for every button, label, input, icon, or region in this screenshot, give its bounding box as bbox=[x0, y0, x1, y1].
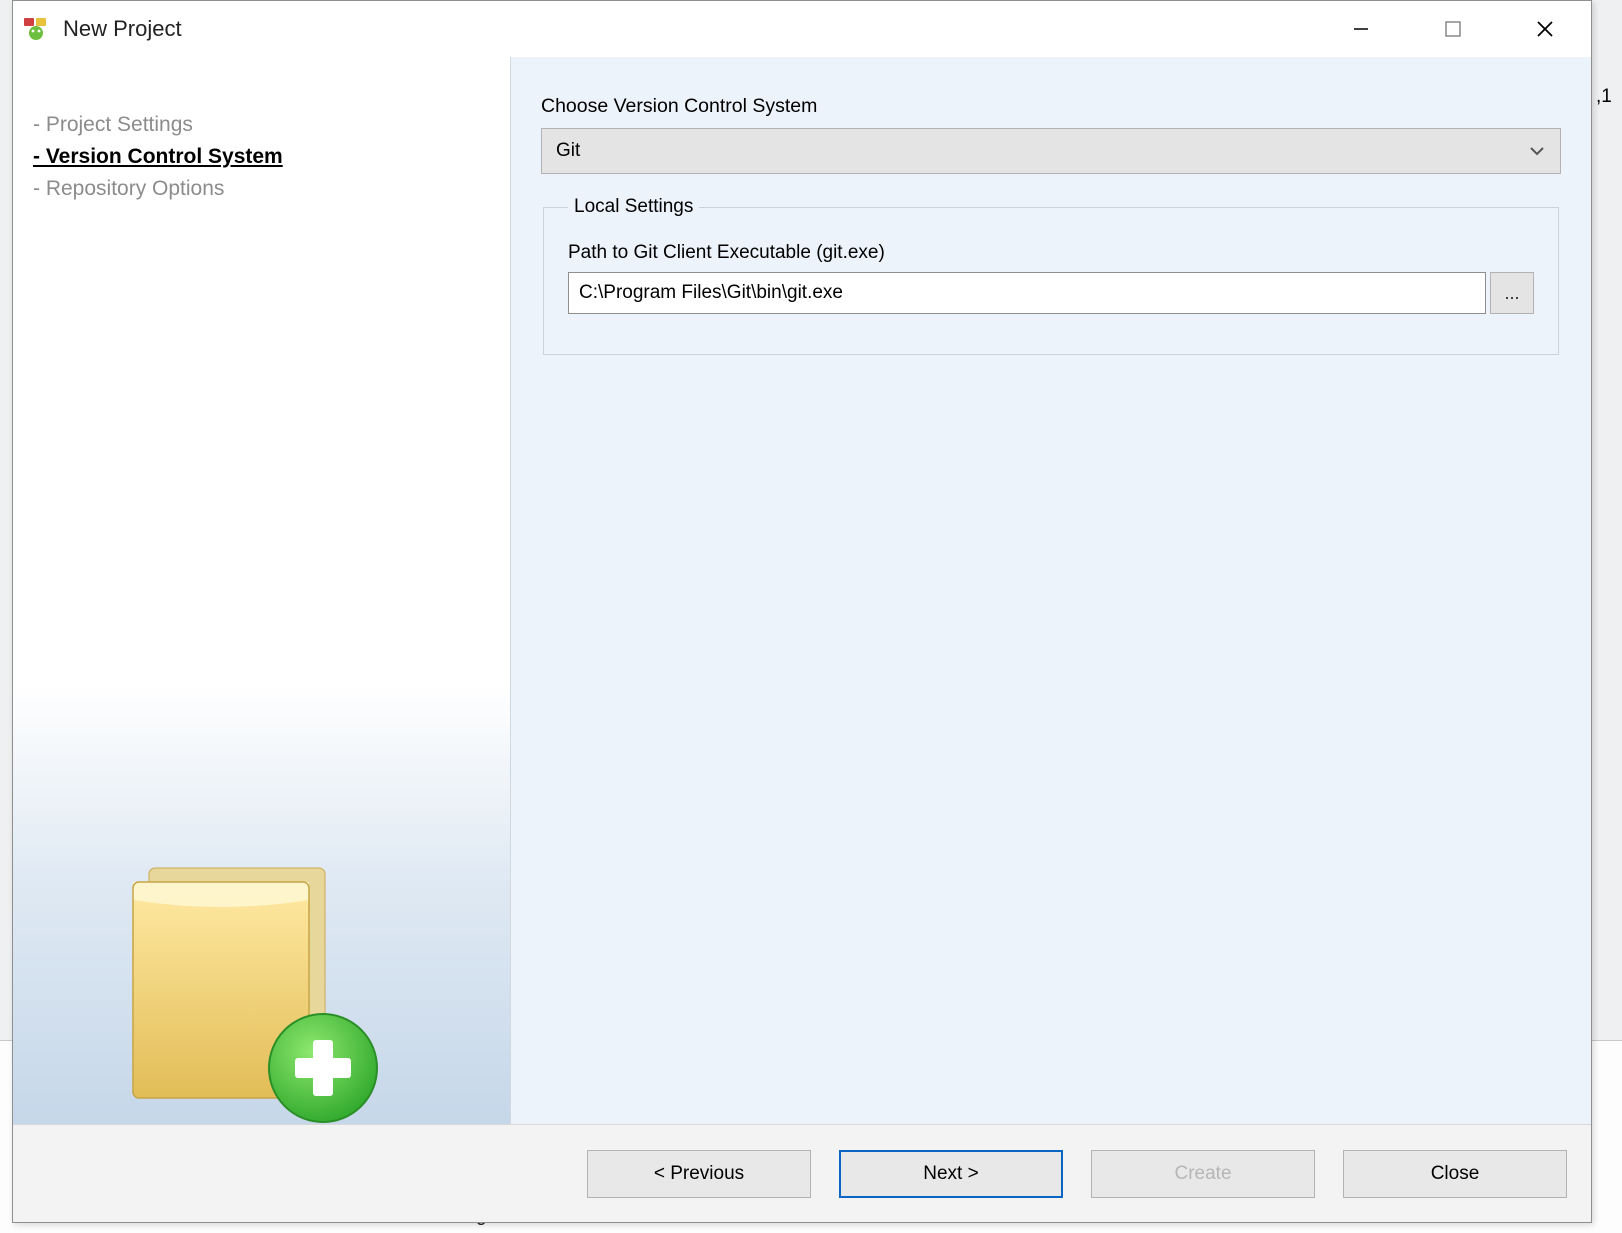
close-dialog-button[interactable]: Close bbox=[1343, 1150, 1567, 1198]
vcs-select[interactable]: Git bbox=[541, 128, 1561, 174]
window-title: New Project bbox=[63, 16, 1315, 42]
close-button[interactable] bbox=[1499, 7, 1591, 51]
main-panel: Choose Version Control System Git Local … bbox=[511, 57, 1591, 1124]
browse-button[interactable]: ... bbox=[1490, 272, 1534, 314]
wizard-step-list: - Project Settings - Version Control Sys… bbox=[13, 57, 510, 205]
wizard-sidebar: - Project Settings - Version Control Sys… bbox=[13, 57, 511, 1124]
step-project-settings[interactable]: - Project Settings bbox=[33, 109, 510, 141]
vcs-label: Choose Version Control System bbox=[541, 95, 1561, 118]
chevron-down-icon bbox=[1528, 142, 1546, 160]
local-settings-group: Local Settings Path to Git Client Execut… bbox=[543, 196, 1559, 355]
title-bar: New Project bbox=[13, 1, 1591, 57]
app-icon bbox=[23, 16, 49, 42]
next-button[interactable]: Next > bbox=[839, 1150, 1063, 1198]
previous-button[interactable]: < Previous bbox=[587, 1150, 811, 1198]
vcs-select-value: Git bbox=[556, 140, 1528, 162]
git-path-label: Path to Git Client Executable (git.exe) bbox=[568, 242, 1534, 264]
local-settings-legend: Local Settings bbox=[568, 196, 699, 218]
edge-stray-text: ,1 bbox=[1596, 86, 1612, 108]
git-path-input[interactable] bbox=[568, 272, 1486, 314]
minimize-button[interactable] bbox=[1315, 7, 1407, 51]
step-repository-options[interactable]: - Repository Options bbox=[33, 173, 510, 205]
wizard-footer: < Previous Next > Create Close bbox=[13, 1124, 1591, 1222]
new-project-dialog: New Project - Project Settings - Version… bbox=[12, 0, 1592, 1223]
step-version-control-system[interactable]: - Version Control System bbox=[33, 141, 510, 173]
maximize-button[interactable] bbox=[1407, 7, 1499, 51]
folder-plus-icon bbox=[123, 828, 383, 1108]
create-button: Create bbox=[1091, 1150, 1315, 1198]
